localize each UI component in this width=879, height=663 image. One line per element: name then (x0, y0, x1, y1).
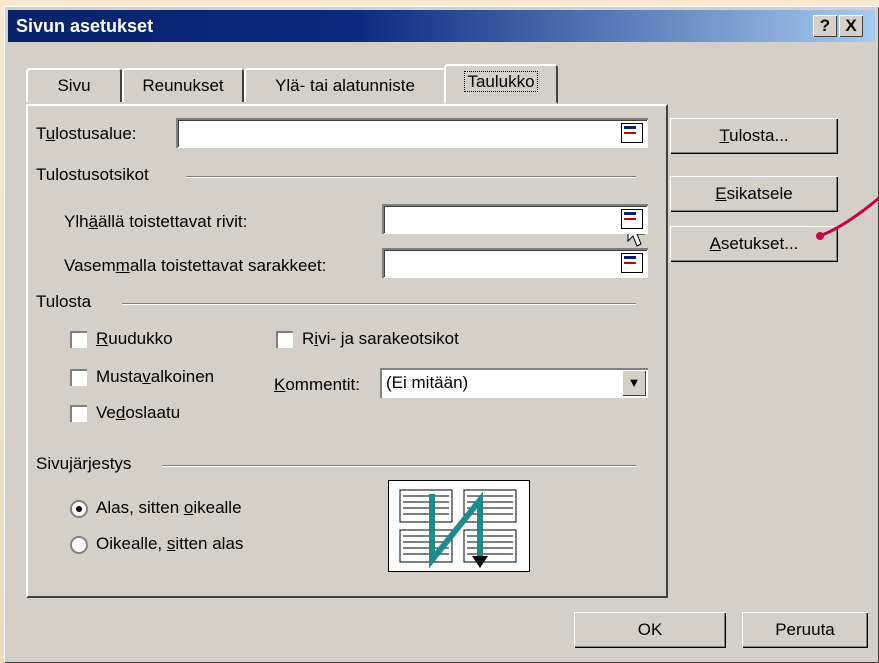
down-then-over-radio[interactable] (70, 500, 88, 518)
help-button[interactable]: ? (813, 15, 837, 37)
close-button[interactable]: X (839, 15, 863, 37)
chevron-down-icon[interactable]: ▼ (622, 370, 646, 396)
row-col-headings-label: Rivi- ja sarakeotsikot (302, 329, 459, 348)
row-col-headings-checkbox[interactable] (276, 331, 293, 348)
gridlines-label: Ruudukko (96, 329, 173, 348)
range-select-icon[interactable] (621, 209, 643, 229)
tab-label: Reunukset (142, 76, 224, 95)
page-order-group-label: Sivujärjestys (36, 454, 132, 473)
cols-to-repeat-label: Vasemmalla toistettavat sarakkeet: (64, 256, 327, 275)
print-area-input[interactable] (176, 118, 648, 148)
gridlines-checkbox[interactable] (70, 331, 87, 348)
down-then-over-label: Alas, sitten oikealle (96, 498, 242, 517)
print-button[interactable]: Tulosta... (670, 118, 838, 154)
range-select-icon[interactable] (621, 253, 643, 273)
tab-taulukko[interactable]: Taulukko (444, 64, 558, 104)
divider (186, 176, 636, 178)
black-white-checkbox[interactable] (70, 369, 87, 386)
print-group-label: Tulosta (36, 292, 92, 311)
tab-yla-alatunniste[interactable]: Ylä- tai alatunniste (244, 68, 446, 102)
comments-select[interactable]: (Ei mitään) ▼ (380, 368, 648, 398)
comments-value: (Ei mitään) (386, 373, 469, 392)
ok-button[interactable]: OK (574, 612, 726, 648)
page-order-diagram (388, 480, 530, 572)
dialog-title: Sivun asetukset (16, 16, 154, 36)
rows-to-repeat-input[interactable] (382, 204, 648, 234)
options-button[interactable]: Asetukset... (670, 226, 838, 262)
tab-label: Ylä- tai alatunniste (275, 76, 415, 95)
title-bar: Sivun asetukset ? X (8, 10, 875, 42)
draft-quality-label: Vedoslaatu (96, 403, 181, 422)
rows-to-repeat-label: Ylhäällä toistettavat rivit: (64, 212, 248, 231)
print-titles-group-label: Tulostusotsikot (36, 165, 149, 184)
preview-button[interactable]: Esikatsele (670, 176, 838, 212)
divider (122, 303, 636, 305)
cancel-button[interactable]: Peruuta (742, 612, 868, 648)
page-setup-dialog: Sivun asetukset ? X Sivu Reunukset Ylä- … (4, 6, 879, 663)
tab-sivu[interactable]: Sivu (26, 68, 122, 102)
comments-label: Kommentit: (274, 375, 360, 394)
divider (162, 465, 636, 467)
draft-quality-checkbox[interactable] (70, 405, 87, 422)
tab-label: Sivu (57, 76, 91, 95)
over-then-down-radio[interactable] (70, 536, 88, 554)
cols-to-repeat-input[interactable] (382, 248, 648, 278)
black-white-label: Mustavalkoinen (96, 367, 215, 386)
tab-reunukset[interactable]: Reunukset (122, 68, 244, 102)
tab-label: Taulukko (464, 71, 538, 92)
range-select-icon[interactable] (621, 123, 643, 143)
over-then-down-label: Oikealle, sitten alas (96, 534, 244, 553)
print-area-label: Tulostusalue: (36, 124, 137, 143)
